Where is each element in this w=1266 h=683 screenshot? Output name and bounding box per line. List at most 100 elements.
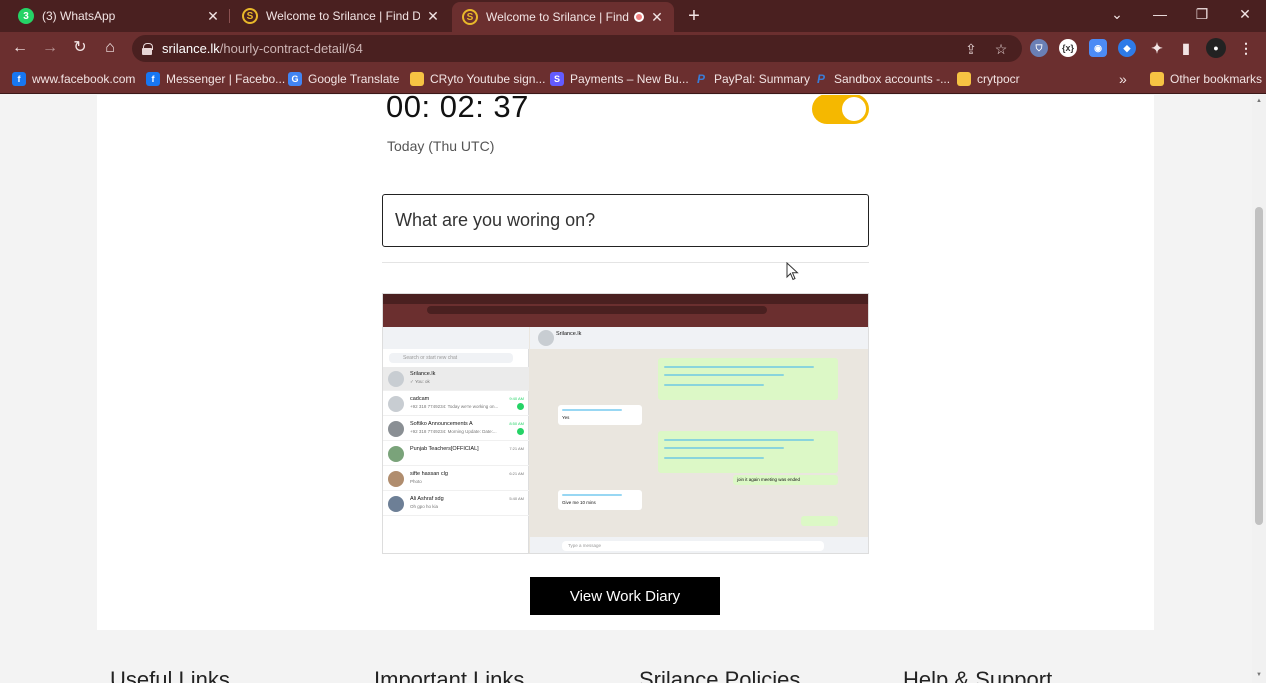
share-icon[interactable]: ⇪	[962, 40, 980, 58]
thumb-link-line	[664, 366, 814, 368]
view-work-diary-button[interactable]: View Work Diary	[530, 577, 720, 615]
footer-heading-srilance-policies: Srilance Policies	[639, 667, 801, 683]
bookmark-crytpocr[interactable]: crytpocr	[957, 70, 1020, 88]
tab-title: (3) WhatsApp	[42, 9, 116, 23]
bookmark-cryto-youtube[interactable]: CRyto Youtube sign...	[410, 70, 545, 88]
scroll-down-icon[interactable]: ▼	[1255, 671, 1263, 679]
browser-toolbar: ← → ↻ ⌂ srilance.lk /hourly-contract-det…	[0, 32, 1266, 64]
json-extension-icon[interactable]: {x}	[1059, 39, 1077, 57]
footer-heading-help-support: Help & Support	[903, 667, 1053, 683]
thumb-chat-time: 9:40 AM	[509, 396, 524, 401]
thumb-chat-time: 6:21 AM	[509, 471, 524, 476]
tab-title: Welcome to Srilance | Find D	[486, 10, 630, 24]
menu-kebab-icon[interactable]: ⋮	[1237, 39, 1255, 57]
thumb-bubble-out	[801, 516, 838, 526]
thumb-chat-name: Ali Ashraf sdg	[410, 496, 444, 502]
bookmark-label: Payments – New Bu...	[570, 72, 689, 86]
bookmark-label: PayPal: Summary	[714, 72, 811, 86]
bookmark-google-translate[interactable]: G Google Translate	[288, 70, 399, 88]
url-path: /hourly-contract-detail/64	[219, 41, 363, 56]
thumb-chat-name: Srilance.lk	[410, 371, 436, 377]
tab-srilance-active[interactable]: S Welcome to Srilance | Find D ✕	[452, 2, 674, 32]
new-tab-button[interactable]: +	[684, 4, 704, 28]
thumb-bookmarks-bar	[383, 316, 868, 327]
home-icon[interactable]: ⌂	[98, 36, 122, 60]
thumb-chat-time: 5:40 AM	[509, 496, 524, 501]
thumb-chat-msg: Oh gpo ho kia	[410, 504, 439, 509]
thumb-chat-item: Punjab Teachers[OFFICIAL] 7:21 AM	[383, 442, 529, 466]
avatar	[388, 471, 404, 487]
close-tab-icon[interactable]: ✕	[650, 9, 664, 26]
thumb-chat-sidebar: Search or start new chat Srilance.lk ✓ Y…	[383, 327, 529, 553]
thumb-chat-item: sifte hassan clg Photo 6:21 AM	[383, 467, 529, 491]
scroll-up-icon[interactable]: ▲	[1255, 97, 1263, 105]
back-icon[interactable]: ←	[8, 36, 32, 60]
thumb-chat-name: cadcam	[410, 396, 430, 402]
thumb-compose-input: Type a message	[562, 541, 824, 551]
bookmarks-overflow-button[interactable]: »	[1119, 70, 1127, 88]
bookmark-label: CRyto Youtube sign...	[430, 72, 546, 86]
restore-icon[interactable]: ❐	[1182, 0, 1222, 28]
thumb-link-line	[664, 374, 784, 376]
extensions-puzzle-icon[interactable]: ✦	[1148, 39, 1166, 57]
thumb-chat-header: Srilance.lk	[530, 327, 868, 349]
bookmark-paypal-summary[interactable]: P PayPal: Summary	[694, 70, 810, 88]
bookmark-payments[interactable]: S Payments – New Bu...	[550, 70, 689, 88]
page-scrollbar[interactable]: ▲ ▼	[1252, 95, 1266, 683]
reload-icon[interactable]: ↻	[68, 36, 92, 60]
work-screenshot-thumbnail[interactable]: Search or start new chat Srilance.lk ✓ Y…	[382, 293, 869, 554]
close-tab-icon[interactable]: ✕	[426, 8, 440, 25]
bookmark-label: Messenger | Facebo...	[166, 72, 286, 86]
thumb-chat-name: sifte hassan clg	[410, 471, 448, 477]
scrollbar-thumb[interactable]	[1255, 207, 1263, 525]
bookmark-other-bookmarks[interactable]: Other bookmarks	[1150, 70, 1262, 88]
close-window-icon[interactable]: ✕	[1225, 0, 1265, 28]
avatar	[388, 421, 404, 437]
task-description-input[interactable]	[382, 194, 869, 247]
unread-badge	[517, 428, 524, 435]
footer-heading-important-links: Important Links	[374, 667, 525, 683]
thumb-bubble-text: join it again meeting was ended	[737, 477, 801, 482]
side-panel-icon[interactable]: ▮	[1177, 39, 1195, 57]
srilance-icon: S	[242, 8, 258, 24]
avatar	[388, 446, 404, 462]
tab-whatsapp[interactable]: 3 (3) WhatsApp ✕	[8, 0, 230, 32]
minimize-icon[interactable]: —	[1140, 0, 1180, 28]
shield-extension-icon[interactable]: ⛉	[1030, 39, 1048, 57]
thumb-link-line	[664, 457, 764, 459]
bookmark-label: Sandbox accounts -...	[834, 72, 951, 86]
bookmark-sandbox-accounts[interactable]: P Sandbox accounts -...	[814, 70, 950, 88]
tab-search-icon[interactable]: ⌄	[1097, 0, 1137, 28]
address-bar[interactable]: srilance.lk /hourly-contract-detail/64 ⇪…	[132, 35, 1022, 62]
folder-icon	[410, 72, 424, 86]
thumb-chat-name: Softiko Announcements A	[410, 421, 473, 427]
screen-capture-extension-icon[interactable]: ◉	[1089, 39, 1107, 57]
toggle-knob	[842, 97, 866, 121]
tab-srilance-1[interactable]: S Welcome to Srilance | Find Dream ✕	[232, 0, 450, 32]
translate-extension-icon[interactable]: ◆	[1118, 39, 1136, 57]
close-tab-icon[interactable]: ✕	[206, 8, 220, 25]
bookmark-messenger[interactable]: f Messenger | Facebo...	[146, 70, 285, 88]
bookmark-label: crytpocr	[977, 72, 1020, 86]
folder-icon	[957, 72, 971, 86]
browser-tab-bar: 3 (3) WhatsApp ✕ S Welcome to Srilance |…	[0, 0, 1266, 32]
thumb-chat-item: Ali Ashraf sdg Oh gpo ho kia 5:40 AM	[383, 492, 529, 516]
mouse-cursor-icon	[786, 262, 799, 281]
forward-icon[interactable]: →	[38, 36, 62, 60]
tracking-toggle[interactable]	[812, 95, 869, 124]
thumb-chat-item: Softiko Announcements A +92 318 7749234:…	[383, 417, 529, 441]
bookmark-facebook[interactable]: f www.facebook.com	[12, 70, 135, 88]
day-label: Today (Thu UTC)	[387, 138, 495, 154]
thumb-chat-item: Srilance.lk ✓ You: ok	[383, 367, 529, 391]
thumb-link-line	[664, 384, 764, 386]
thumb-search: Search or start new chat	[389, 353, 513, 363]
avatar	[388, 396, 404, 412]
thumb-chat-item: cadcam +92 318 7749234: Today we're work…	[383, 392, 529, 416]
bookmark-star-icon[interactable]: ☆	[992, 40, 1010, 58]
avatar	[538, 330, 554, 346]
avatar	[388, 371, 404, 387]
profile-avatar[interactable]: ●	[1206, 38, 1226, 58]
paypal-icon: P	[816, 72, 825, 86]
thumb-chat-msg: ✓ You: ok	[410, 379, 430, 384]
whatsapp-icon: 3	[18, 8, 34, 24]
